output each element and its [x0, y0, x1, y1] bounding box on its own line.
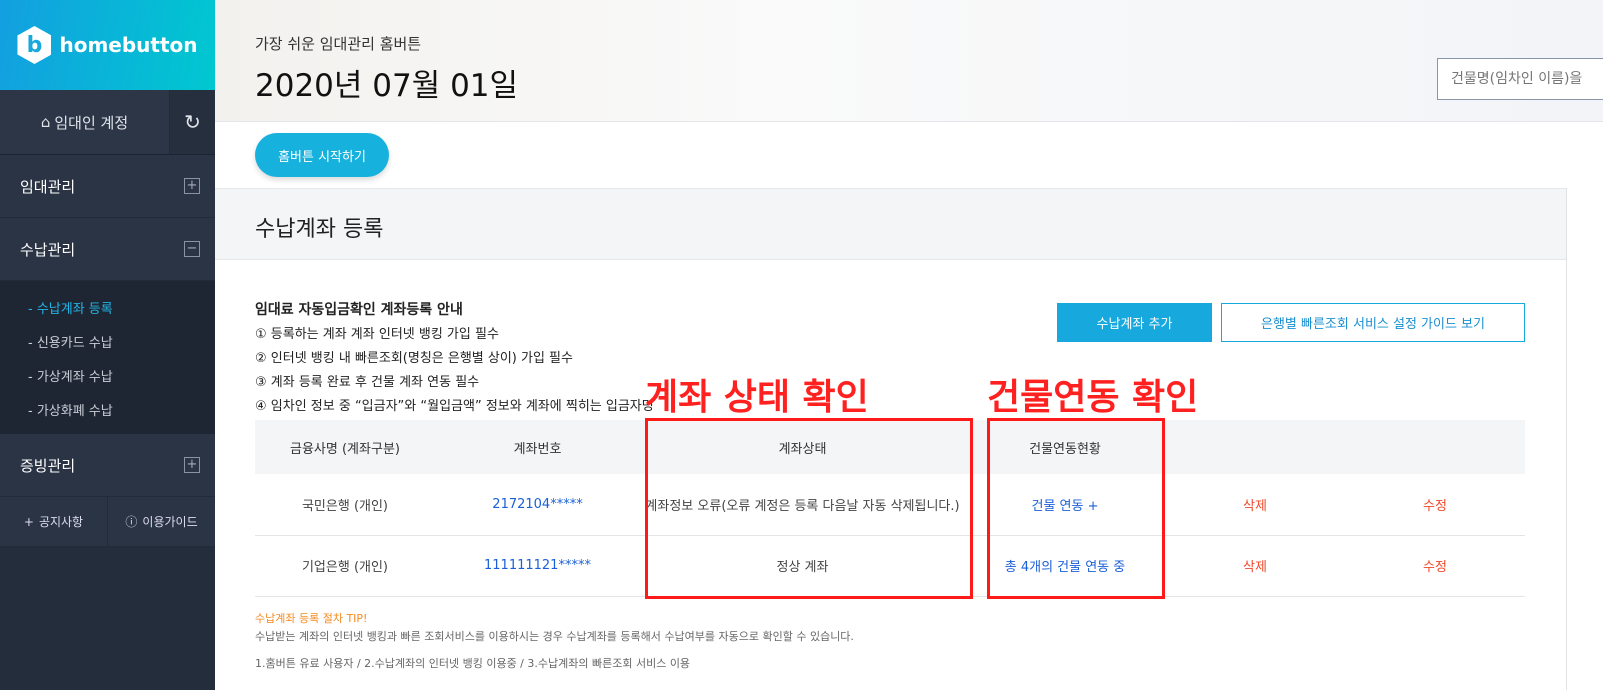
logo-text: homebutton — [59, 33, 198, 57]
annotation-box-link — [987, 418, 1165, 599]
expand-icon[interactable]: + — [184, 457, 200, 473]
col-header — [1165, 420, 1345, 474]
account-number-link[interactable]: 2172104***** — [435, 474, 640, 536]
col-header — [1345, 420, 1525, 474]
add-account-button[interactable]: 수납계좌 추가 — [1057, 303, 1212, 342]
guide-item: ① 등록하는 계좌 계좌 인터넷 뱅킹 가입 필수 — [255, 327, 499, 342]
tip-text: 수납받는 계좌의 인터넷 뱅킹과 빠른 조회서비스를 이용하시는 경우 수납계좌… — [255, 630, 854, 643]
edit-button[interactable]: 수정 — [1345, 535, 1525, 597]
delete-button[interactable]: 삭제 — [1165, 474, 1345, 536]
logo-icon: b — [17, 26, 52, 64]
plus-icon: + — [23, 514, 34, 529]
submenu: - 수납계좌 등록 - 신용카드 수납 - 가상계좌 수납 - 가상화폐 수납 — [0, 281, 215, 434]
delete-button[interactable]: 삭제 — [1165, 535, 1345, 597]
bank-name: 국민은행 (개인) — [255, 474, 435, 536]
tip-steps: 1.홈버튼 유료 사용자 / 2.수납계좌의 인터넷 뱅킹 이용중 / 3.수납… — [255, 657, 691, 670]
submenu-crypto[interactable]: - 가상화폐 수납 — [0, 395, 215, 429]
right-edge — [1566, 188, 1603, 690]
col-header: 계좌번호 — [435, 420, 640, 474]
guide-label: 이용가이드 — [142, 515, 198, 529]
menu-label: 수납관리 — [20, 240, 76, 259]
section-header: 수납계좌 등록 — [215, 188, 1566, 260]
info-icon: ⓘ — [125, 515, 138, 529]
collapse-icon[interactable]: − — [184, 241, 200, 257]
account-button[interactable]: ⌂ 임대인 계정 — [0, 90, 169, 154]
expand-icon[interactable]: + — [184, 178, 200, 194]
submenu-account-register[interactable]: - 수납계좌 등록 — [0, 293, 215, 327]
guide-item: ③ 계좌 등록 완료 후 건물 계좌 연동 필수 — [255, 375, 480, 390]
guide-item: ② 인터넷 뱅킹 내 빠른조회(명칭은 은행별 상이) 가입 필수 — [255, 351, 573, 366]
account-label: 임대인 계정 — [54, 113, 129, 132]
header-subtitle: 가장 쉬운 임대관리 홈버튼 — [255, 35, 422, 53]
menu-label: 증빙관리 — [20, 456, 76, 475]
sidebar-item-lease[interactable]: 임대관리 + — [0, 155, 215, 218]
guide-title: 임대료 자동입금확인 계좌등록 안내 — [255, 302, 463, 318]
logo[interactable]: b homebutton — [0, 0, 215, 90]
annotation-label-status: 계좌 상태 확인 — [645, 377, 869, 418]
bank-guide-button[interactable]: 은행별 빠른조회 서비스 설정 가이드 보기 — [1221, 303, 1525, 342]
annotation-box-status — [645, 418, 973, 599]
notice-button[interactable]: + 공지사항 — [0, 497, 107, 546]
tip-box: 수납계좌 등록 절차 TIP! 수납받는 계좌의 인터넷 뱅킹과 빠른 조회서비… — [255, 610, 854, 673]
home-icon: ⌂ — [40, 113, 51, 131]
guide-item: ④ 임차인 정보 중 “입금자”와 “월입금액” 정보와 계좌에 찍히는 입금자… — [255, 399, 654, 414]
annotation-label-link: 건물연동 확인 — [987, 377, 1199, 418]
notice-label: 공지사항 — [38, 515, 84, 529]
search-input[interactable] — [1437, 58, 1603, 100]
submenu-credit-card[interactable]: - 신용카드 수납 — [0, 327, 215, 361]
tip-title: 수납계좌 등록 절차 TIP! — [255, 612, 368, 625]
refresh-icon[interactable]: ↻ — [169, 90, 215, 154]
sidebar-item-evidence[interactable]: 증빙관리 + — [0, 434, 215, 497]
sidebar: b homebutton ⌂ 임대인 계정 ↻ 임대관리 + 수납관리 − - 수납계좌 … — [0, 0, 215, 690]
guide-box: 임대료 자동입금확인 계좌등록 안내 ① 등록하는 계좌 계좌 인터넷 뱅킹 가… — [255, 298, 654, 419]
guide-button[interactable]: ⓘ 이용가이드 — [107, 497, 215, 546]
submenu-virtual-account[interactable]: - 가상계좌 수납 — [0, 361, 215, 395]
header-date: 2020년 07월 01일 — [255, 68, 519, 104]
page-title: 수납계좌 등록 — [255, 217, 384, 242]
account-number-link[interactable]: 111111121***** — [435, 535, 640, 597]
sidebar-item-payment[interactable]: 수납관리 − — [0, 218, 215, 281]
menu-label: 임대관리 — [20, 177, 76, 196]
header: 가장 쉬운 임대관리 홈버튼 2020년 07월 01일 — [215, 0, 1603, 122]
edit-button[interactable]: 수정 — [1345, 474, 1525, 536]
col-header: 금융사명 (계좌구분) — [255, 420, 435, 474]
bank-name: 기업은행 (개인) — [255, 535, 435, 597]
start-button[interactable]: 홈버튼 시작하기 — [255, 133, 389, 177]
